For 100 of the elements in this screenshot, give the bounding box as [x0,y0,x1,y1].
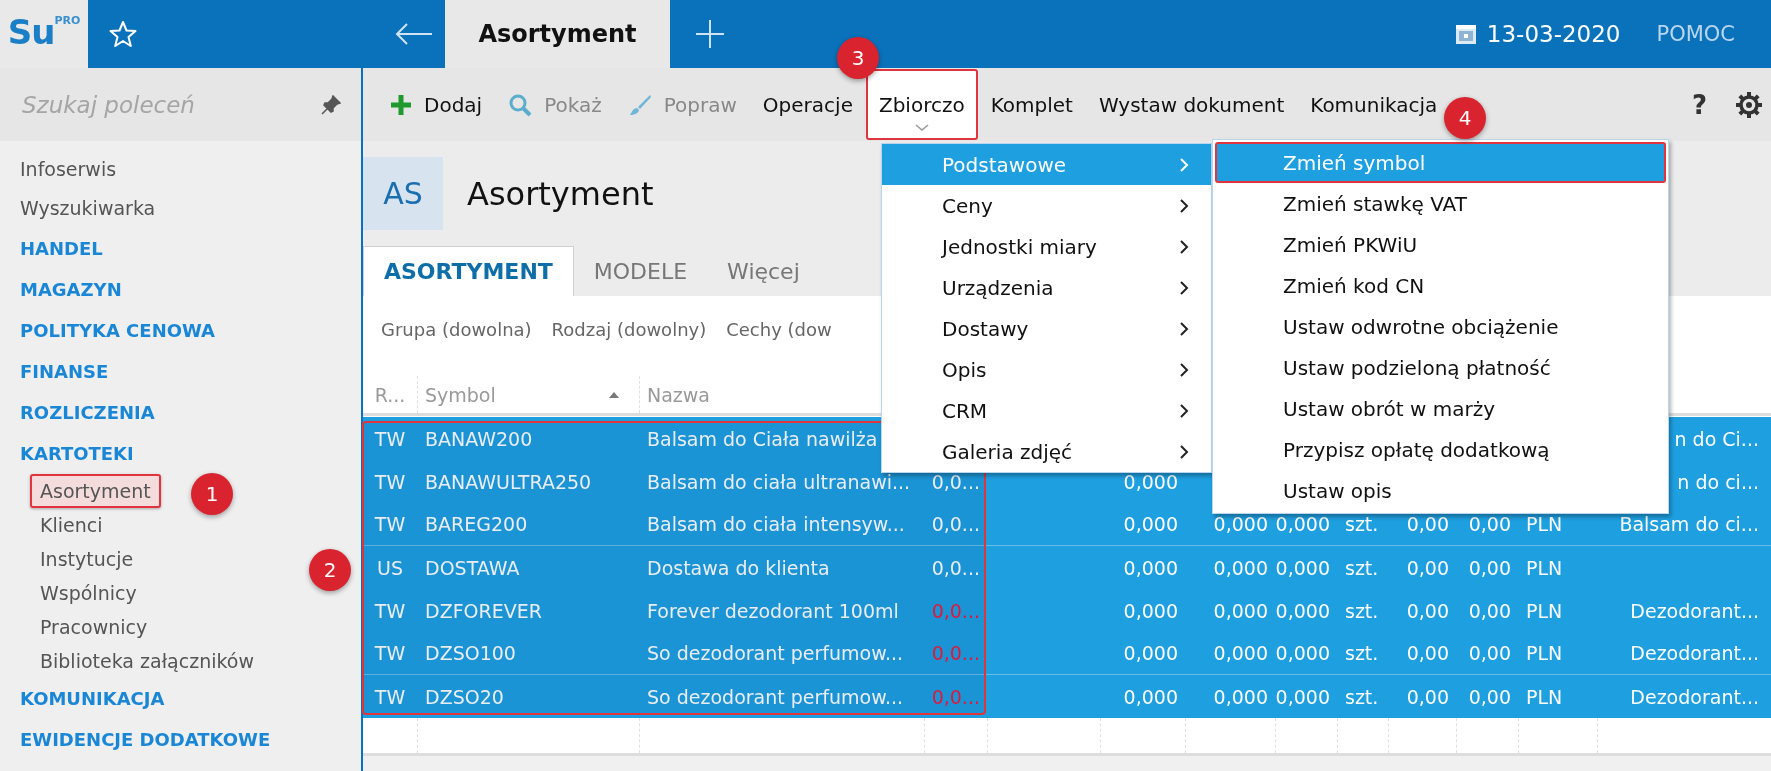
filter-dropdown[interactable]: Grupa (dowolna) [381,318,532,340]
table-cell: 0,00 [1468,556,1511,579]
table-cell: PLN [1526,513,1563,535]
pin-icon[interactable] [321,94,341,115]
search-bar[interactable]: Szukaj poleceń [0,68,361,141]
menu-item[interactable]: Jednostki miary [882,226,1211,267]
table-cell: Balsam do ciała intensyw... [647,513,905,535]
table-cell: TW [374,599,406,622]
chevron-right-icon [1179,198,1189,213]
menu-item[interactable]: Dostawy [882,308,1211,349]
table-cell: 0,000 [1276,556,1330,579]
menu-item[interactable]: Wspólnicy [30,576,147,610]
toolbar-button[interactable]: Dodaj [377,69,496,140]
table-cell: TW [374,427,406,450]
chevron-right-icon [1179,403,1189,418]
toolbar-button[interactable]: Zbiorczo [865,69,978,140]
table-cell: 0,000 [1123,685,1178,708]
app-tab[interactable]: Asortyment [445,0,670,68]
help-button[interactable]: ? [1685,88,1713,121]
chevron-right-icon [1179,321,1189,336]
table-cell: 0,000 [1123,513,1178,535]
menu-link[interactable]: Wyszukiwarka [20,189,156,228]
table-cell: 0,000 [1213,513,1268,535]
menu-section[interactable]: POLITYKA CENOWA [20,310,215,351]
table-cell: 0,000 [1213,599,1268,622]
command-search-field[interactable]: Szukaj poleceń [20,90,321,119]
sort-ascending-icon [608,390,620,399]
table-cell: 0,00 [1468,685,1511,708]
menu-item[interactable]: Klienci [30,508,113,542]
table-cell: 0,00 [1406,599,1449,622]
menu-section[interactable]: FINANSE [20,351,109,392]
table-cell: DZSO20 [425,685,504,708]
calendar-icon [1454,23,1477,45]
menu-section[interactable]: KARTOTEKI [20,433,134,474]
table-cell: 0,0... [931,470,980,493]
table-cell: Balsam do Ciała nawilża [647,427,878,450]
table-cell: So dezodorant perfumow... [647,685,904,708]
toolbar-button[interactable]: Wystaw dokument [1085,69,1298,140]
table-cell: 0,0... [931,642,980,664]
chevron-right-icon [1179,444,1189,459]
table-cell: 0,00 [1406,513,1449,535]
add-tab-icon[interactable] [695,19,725,49]
table-cell: 0,00 [1406,685,1449,708]
table-cell: 0,000 [1123,470,1178,493]
plus-icon [390,93,412,116]
back-arrow-icon[interactable] [394,22,434,46]
chevron-right-icon [1179,239,1189,254]
table-cell: 0,0... [931,599,980,622]
menu-item[interactable]: Ustaw obrót w marży [1215,388,1666,429]
table-cell: DOSTAWA [425,556,520,579]
table-cell: US [377,556,403,579]
table-cell: 0,000 [1213,642,1268,664]
menu-section[interactable]: HANDEL [20,228,103,269]
table-cell: 0,000 [1276,685,1330,708]
table-cell: n do Ci... [1674,427,1759,450]
table-cell: So dezodorant perfumow... [647,642,904,664]
filter-dropdown[interactable]: Cechy (dow [726,318,832,340]
menu-item[interactable]: Ustaw podzieloną płatność [1215,347,1666,388]
table-cell: 0,00 [1468,513,1511,535]
menu-item[interactable]: Ceny [882,185,1211,226]
table-cell: 0,000 [1276,513,1330,535]
menu-item[interactable]: Ustaw odwrotne obciążenie [1215,306,1666,347]
table-cell: 0,00 [1468,642,1511,664]
menu-section[interactable]: ROZLICZENIA [20,392,155,433]
menu-item[interactable]: Urządzenia [882,267,1211,308]
menu-link[interactable]: Infoserwis [20,150,117,189]
menu-section[interactable]: KOMUNIKACJA [20,678,165,719]
table-cell: PLN [1526,685,1563,708]
view-tab[interactable]: ASORTYMENT [363,246,574,296]
table-cell: 0,000 [1123,599,1178,622]
menu-item[interactable]: Instytucje [30,542,144,576]
horizontal-scrollbar[interactable] [363,756,1771,771]
toolbar-button[interactable]: Komplet [977,69,1086,140]
table-cell: Forever dezodorant 100ml [647,599,899,622]
filter-dropdown[interactable]: Rodzaj (dowolny) [551,318,707,340]
view-tab[interactable]: MODELE [573,246,708,296]
table-cell: szt. [1345,599,1379,622]
menu-item[interactable]: Zmień PKWiU [1215,224,1666,265]
date-text: 13-03-2020 [1486,21,1621,47]
help-link[interactable]: POMOC [1656,0,1735,68]
menu-section[interactable]: MAGAZYN [20,269,122,310]
menu-section[interactable]: EWIDENCJE DODATKOWE [20,719,271,760]
menu-item[interactable]: Zmień stawkę VAT [1215,183,1666,224]
menu-item[interactable]: Biblioteka załączników [30,644,264,678]
chevron-right-icon [1179,362,1189,377]
star-icon[interactable] [109,20,137,48]
view-tab[interactable]: Więcej [707,246,820,296]
menu-item[interactable]: Pracownicy [30,610,158,644]
table-cell: Dostawa do klienta [647,556,830,579]
chevron-right-icon [1179,157,1189,172]
table-cell: 0,00 [1406,556,1449,579]
settings-icon[interactable] [1735,90,1763,119]
menu-item[interactable]: Asortyment [30,474,161,508]
table-cell: 0,0... [931,556,980,579]
table-cell: BAREG200 [425,513,528,535]
table-cell: Dezodorant... [1630,599,1759,622]
table-cell: DZFOREVER [425,599,542,622]
table-cell: DZSO100 [425,642,516,664]
menu-item[interactable]: Zmień kod CN [1215,265,1666,306]
table-cell: Balsam do ciała ultranawi... [647,470,911,493]
